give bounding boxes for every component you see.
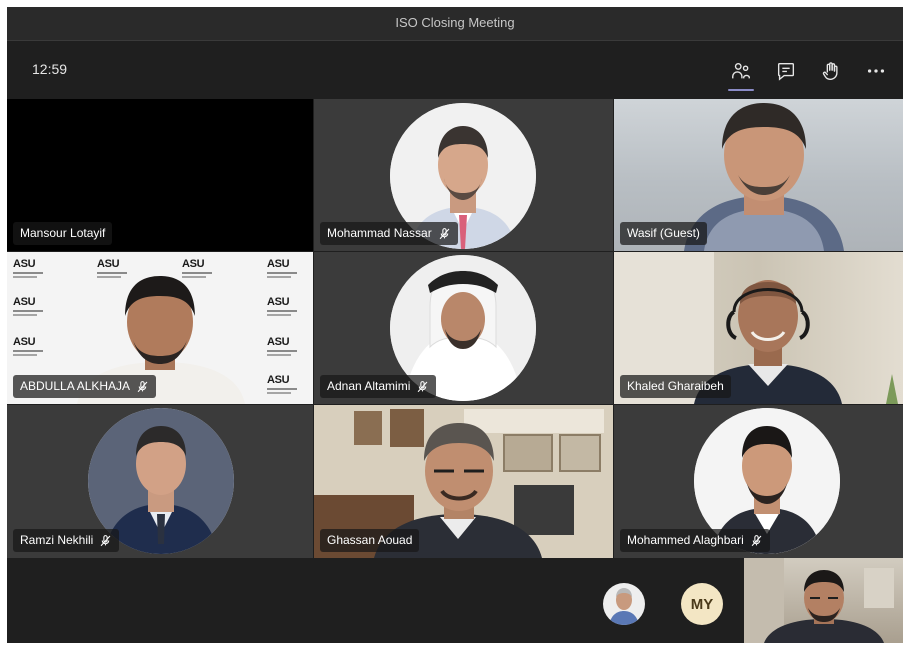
video-tile[interactable]: Mohammed Alaghbari [614,405,903,558]
participant-name: Khaled Gharaibeh [627,379,724,393]
participant-name-tag: Wasif (Guest) [620,222,707,245]
meeting-toolbar: 12:59 [7,41,903,99]
participant-name: Mohammed Alaghbari [627,533,744,547]
participant-name-tag: Mansour Lotayif [13,222,113,245]
participant-name-tag: Mohammad Nassar [320,222,458,245]
participant-name: Wasif (Guest) [627,226,700,240]
mic-muted-icon [750,534,763,547]
teams-meeting-window: ISO Closing Meeting 12:59 Mansour Lotayi… [7,7,903,643]
participant-name-tag: Adnan Altamimi [320,375,437,398]
participant-name-tag: Ramzi Nekhili [13,529,120,552]
participant-name: Ghassan Aouad [327,533,413,547]
participant-name: Adnan Altamimi [327,379,411,393]
participant-name: ABDULLA ALKHAJA [20,379,131,393]
participant-initials-avatar[interactable]: MY [681,583,723,625]
mic-muted-icon [438,227,451,240]
self-view-video[interactable] [744,558,903,643]
participants-button[interactable] [724,56,758,91]
raise-hand-icon [822,62,838,80]
meeting-title: ISO Closing Meeting [395,15,515,30]
participant-avatar[interactable] [603,583,645,625]
video-tile[interactable]: Ghassan Aouad [314,405,613,558]
chat-button[interactable] [769,56,803,86]
video-grid: Mansour Lotayif Mohammad Nassar Wasif (G… [7,99,903,558]
video-tile[interactable]: Mansour Lotayif [7,99,313,251]
participant-name: Ramzi Nekhili [20,533,94,547]
video-tile[interactable]: Mohammad Nassar [314,99,613,251]
video-tile[interactable]: Adnan Altamimi [314,252,613,404]
video-tile[interactable]: Khaled Gharaibeh [614,252,903,404]
chat-icon [777,62,795,81]
more-options-button[interactable] [859,56,893,86]
participant-name-tag: ABDULLA ALKHAJA [13,375,157,398]
mic-muted-icon [416,380,429,393]
more-icon [867,69,885,73]
participant-name-tag: Mohammed Alaghbari [620,529,770,552]
participant-name: Mohammad Nassar [327,226,432,240]
title-bar: ISO Closing Meeting [7,7,903,41]
overflow-participants-bar: MY [7,558,903,643]
participant-name: Mansour Lotayif [20,226,106,240]
meeting-timer: 12:59 [32,61,68,77]
raise-hand-button[interactable] [814,56,848,86]
participant-name-tag: Ghassan Aouad [320,529,420,552]
video-tile[interactable]: ASU ASU ASU ASU ASU ASU ASU ASU ASU ABDU… [7,252,313,404]
participants-icon [732,62,750,79]
mic-muted-icon [136,380,149,393]
participant-name-tag: Khaled Gharaibeh [620,375,731,398]
mic-muted-icon [99,534,112,547]
video-tile[interactable]: Wasif (Guest) [614,99,903,251]
video-tile[interactable]: Ramzi Nekhili [7,405,313,558]
